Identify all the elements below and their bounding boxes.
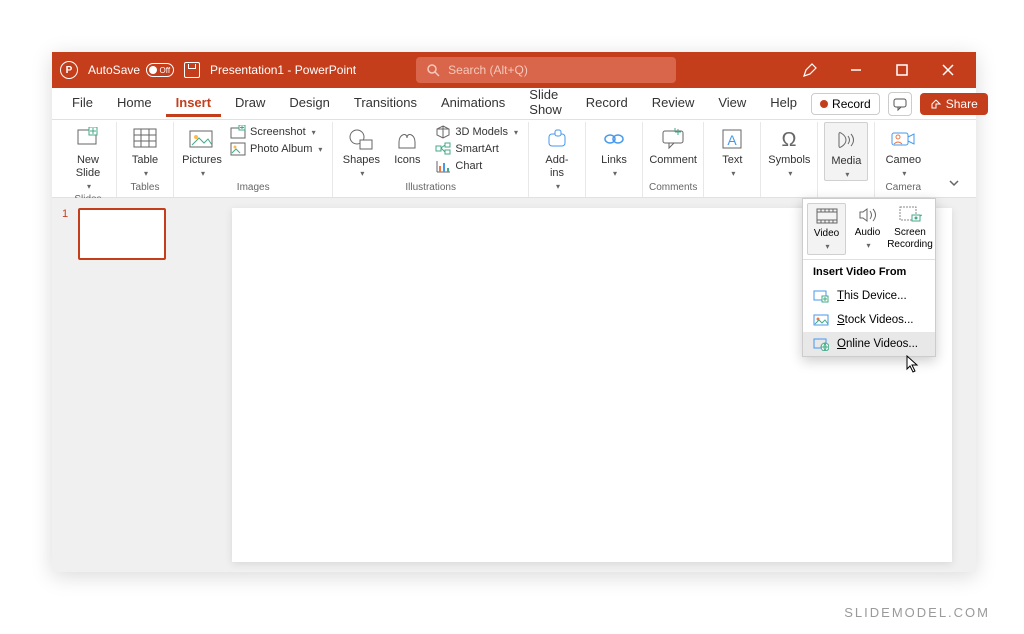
search-placeholder: Search (Alt+Q) — [448, 63, 528, 77]
share-button[interactable]: Share — [920, 93, 988, 115]
tab-help[interactable]: Help — [760, 91, 807, 117]
tab-design[interactable]: Design — [279, 91, 339, 117]
tab-transitions[interactable]: Transitions — [344, 91, 427, 117]
media-dropdown: Video▾ Audio▾ Screen Recording Insert Vi… — [802, 198, 936, 357]
group-comments: Comment Comments — [643, 122, 704, 197]
text-icon: A — [718, 126, 746, 152]
minimize-button[interactable] — [836, 52, 876, 88]
symbols-icon: Ω — [775, 126, 803, 152]
audio-icon — [857, 205, 879, 225]
link-icon — [600, 126, 628, 152]
audio-button[interactable]: Audio▾ — [848, 203, 887, 255]
pictures-button[interactable]: Pictures▾ — [180, 122, 224, 179]
close-button[interactable] — [928, 52, 968, 88]
group-slides: New Slide▾ Slides — [60, 122, 117, 197]
shapes-icon — [347, 126, 375, 152]
pen-icon[interactable] — [790, 52, 830, 88]
video-button[interactable]: Video▾ — [807, 203, 846, 255]
cameo-icon — [889, 126, 917, 152]
comments-toggle[interactable] — [888, 92, 912, 116]
addins-button[interactable]: Add- ins▾ — [535, 122, 579, 192]
group-tables: Table▾ Tables — [117, 122, 174, 197]
autosave-toggle[interactable]: AutoSave Off — [88, 63, 174, 77]
document-title: Presentation1 - PowerPoint — [210, 63, 356, 77]
comment-button[interactable]: Comment — [651, 122, 695, 167]
chart-button[interactable]: Chart — [431, 158, 522, 174]
group-links: Links▾ — [586, 122, 643, 197]
stock-icon — [813, 313, 829, 327]
media-button[interactable]: Media▾ — [824, 122, 868, 181]
autosave-label: AutoSave — [88, 63, 140, 77]
screenshot-button[interactable]: Screenshot▾ — [226, 124, 326, 140]
search-icon — [426, 63, 440, 77]
addins-icon — [543, 126, 571, 152]
this-device-item[interactable]: This Device... — [803, 284, 935, 308]
svg-text:A: A — [728, 132, 738, 148]
workspace: 1 Video▾ Audio▾ Screen Recording — [52, 198, 976, 572]
new-slide-button[interactable]: New Slide▾ — [66, 122, 110, 192]
device-icon — [813, 289, 829, 303]
group-camera: Cameo▾ Camera — [875, 122, 931, 197]
popup-header: Insert Video From — [803, 259, 935, 284]
save-icon[interactable] — [184, 62, 200, 78]
svg-text:Ω: Ω — [782, 129, 797, 150]
pictures-icon — [188, 126, 216, 152]
slide-thumbnail[interactable] — [78, 208, 166, 260]
toggle-icon: Off — [146, 63, 174, 77]
links-button[interactable]: Links▾ — [592, 122, 636, 179]
screen-recording-button[interactable]: Screen Recording — [889, 203, 931, 255]
tab-record[interactable]: Record — [576, 91, 638, 117]
group-illustrations: Shapes▾ Icons 3D Models▾ SmartArt Chart … — [333, 122, 529, 197]
group-images: Pictures▾ Screenshot▾ Photo Album▾ Image… — [174, 122, 333, 197]
ribbon-collapse-icon[interactable] — [940, 169, 968, 197]
watermark: SLIDEMODEL.COM — [844, 605, 990, 620]
3d-models-button[interactable]: 3D Models▾ — [431, 124, 522, 140]
video-icon — [815, 206, 839, 226]
media-icon — [832, 127, 860, 153]
thumb-number: 1 — [62, 208, 72, 260]
online-videos-item[interactable]: Online Videos... — [803, 332, 935, 356]
record-dot-icon — [820, 100, 828, 108]
shapes-button[interactable]: Shapes▾ — [339, 122, 383, 179]
maximize-button[interactable] — [882, 52, 922, 88]
group-symbols: Ω Symbols▾ — [761, 122, 818, 197]
group-addins: Add- ins▾ — [529, 122, 586, 197]
icons-button[interactable]: Icons — [385, 122, 429, 167]
app-window: P AutoSave Off Presentation1 - PowerPoin… — [52, 52, 976, 572]
tab-draw[interactable]: Draw — [225, 91, 275, 117]
text-button[interactable]: A Text▾ — [710, 122, 754, 179]
photo-album-button[interactable]: Photo Album▾ — [226, 141, 326, 157]
group-media: Media▾ — [818, 122, 875, 197]
table-icon — [131, 126, 159, 152]
tab-review[interactable]: Review — [642, 91, 705, 117]
ribbon: New Slide▾ Slides Table▾ Tables Pictures… — [52, 120, 976, 198]
comment-icon — [659, 126, 687, 152]
table-button[interactable]: Table▾ — [123, 122, 167, 179]
new-slide-icon — [74, 126, 102, 152]
tab-strip: File Home Insert Draw Design Transitions… — [52, 88, 976, 120]
cameo-button[interactable]: Cameo▾ — [881, 122, 925, 179]
thumbnail-panel: 1 — [52, 198, 222, 572]
tab-slideshow[interactable]: Slide Show — [519, 83, 572, 124]
screen-recording-icon — [898, 205, 922, 225]
search-input[interactable]: Search (Alt+Q) — [416, 57, 676, 83]
record-button[interactable]: Record — [811, 93, 880, 115]
titlebar: P AutoSave Off Presentation1 - PowerPoin… — [52, 52, 976, 88]
tab-view[interactable]: View — [708, 91, 756, 117]
symbols-button[interactable]: Ω Symbols▾ — [767, 122, 811, 179]
tab-insert[interactable]: Insert — [166, 91, 221, 117]
stock-videos-item[interactable]: Stock Videos... — [803, 308, 935, 332]
icons-icon — [393, 126, 421, 152]
smartart-button[interactable]: SmartArt — [431, 141, 522, 157]
tab-animations[interactable]: Animations — [431, 91, 515, 117]
powerpoint-logo-icon: P — [60, 61, 78, 79]
group-text: A Text▾ — [704, 122, 761, 197]
tab-home[interactable]: Home — [107, 91, 162, 117]
online-icon — [813, 337, 829, 351]
tab-file[interactable]: File — [62, 91, 103, 117]
